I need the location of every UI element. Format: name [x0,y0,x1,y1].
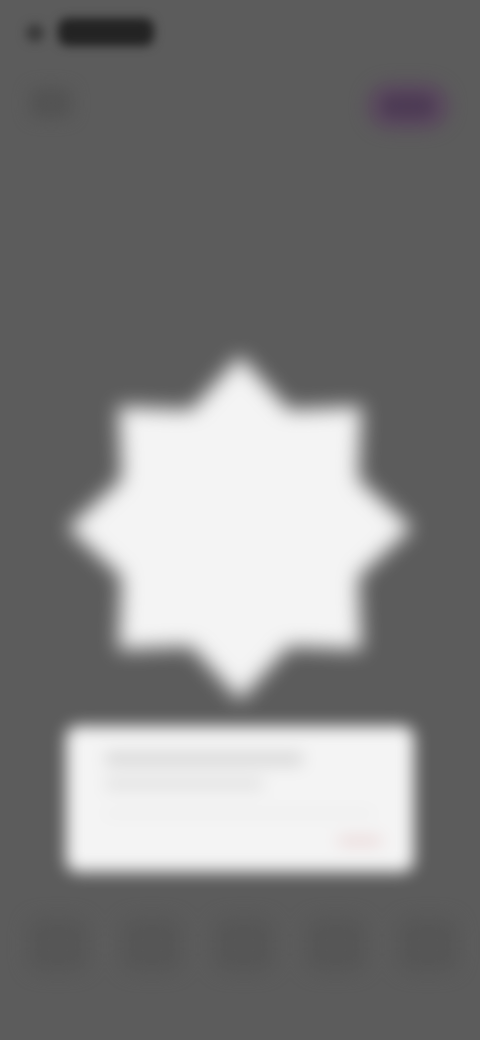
nav-item-3[interactable] [214,918,274,972]
status-time [58,18,154,46]
badge-shape [68,356,412,700]
badge-starburst-icon [60,348,420,708]
status-indicator-icon [26,24,44,42]
back-icon[interactable] [30,88,72,118]
prompt-input[interactable] [80,750,400,840]
nav-item-2[interactable] [122,918,182,972]
header-action-button[interactable] [358,72,458,142]
app-screen [0,0,480,1040]
header-action-label [382,94,434,118]
nav-item-5[interactable] [398,918,458,972]
status-bar [18,10,154,54]
nav-item-1[interactable] [28,918,88,972]
bottom-navigation [0,900,480,990]
nav-item-4[interactable] [306,918,366,972]
